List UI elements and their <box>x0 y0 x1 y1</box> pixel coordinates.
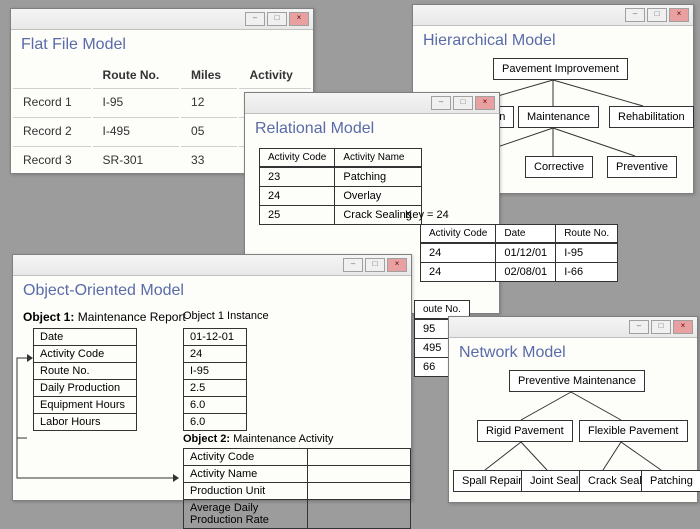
node: Joint Seal <box>521 470 587 492</box>
maximize-icon[interactable]: □ <box>453 96 473 110</box>
network-window: – □ × Network Model Preventive Maintenan… <box>448 316 698 503</box>
node-root: Preventive Maintenance <box>509 370 645 392</box>
key-label: Key = 24 <box>405 209 449 221</box>
titlebar: – □ × <box>413 5 693 26</box>
minimize-icon[interactable]: – <box>245 12 265 26</box>
window-title: Hierarchical Model <box>413 26 693 58</box>
node: Flexible Pavement <box>579 420 688 442</box>
close-icon[interactable]: × <box>475 96 495 110</box>
col-route: Route No. <box>93 64 180 86</box>
window-title: Network Model <box>449 338 697 370</box>
object-1-instance-label: Object 1 Instance <box>183 310 269 322</box>
titlebar: – □ × <box>11 9 313 30</box>
minimize-icon[interactable]: – <box>343 258 363 272</box>
titlebar: – □ × <box>449 317 697 338</box>
col-activity: Activity <box>239 64 311 86</box>
window-title: Relational Model <box>245 114 499 146</box>
col-miles: Miles <box>181 64 237 86</box>
titlebar: – □ × <box>13 255 411 276</box>
node: Rehabilitation <box>609 106 694 128</box>
minimize-icon[interactable]: – <box>431 96 451 110</box>
window-title: Flat File Model <box>11 30 313 62</box>
node: Preventive <box>607 156 677 178</box>
oo-window: – □ × Object-Oriented Model Object 1: Ma… <box>12 254 412 501</box>
maximize-icon[interactable]: □ <box>267 12 287 26</box>
close-icon[interactable]: × <box>387 258 407 272</box>
object-2-label: Object 2: Maintenance Activity <box>183 433 333 445</box>
node: Maintenance <box>518 106 599 128</box>
object-1-label: Object 1: Maintenance Report <box>23 310 186 324</box>
minimize-icon[interactable]: – <box>625 8 645 22</box>
minimize-icon[interactable]: – <box>629 320 649 334</box>
close-icon[interactable]: × <box>669 8 689 22</box>
node: Rigid Pavement <box>477 420 573 442</box>
maximize-icon[interactable]: □ <box>647 8 667 22</box>
relational-table-1: Activity CodeActivity Name 23Patching 24… <box>259 148 422 225</box>
close-icon[interactable]: × <box>289 12 309 26</box>
titlebar: – □ × <box>245 93 499 114</box>
maximize-icon[interactable]: □ <box>365 258 385 272</box>
close-icon[interactable]: × <box>673 320 693 334</box>
relational-table-2: Activity CodeDateRoute No. 2401/12/01I-9… <box>420 224 618 282</box>
object-1-fields: Date Activity Code Route No. Daily Produ… <box>33 328 137 431</box>
object-2-fields: Activity Code Activity Name Production U… <box>183 448 411 529</box>
node: Corrective <box>525 156 593 178</box>
node-root: Pavement Improvement <box>493 58 628 80</box>
maximize-icon[interactable]: □ <box>651 320 671 334</box>
node: Patching <box>641 470 700 492</box>
node: Spall Repair <box>453 470 531 492</box>
window-title: Object-Oriented Model <box>13 276 411 308</box>
object-1-instance: 01-12-01 24 I-95 2.5 6.0 6.0 <box>183 328 247 431</box>
